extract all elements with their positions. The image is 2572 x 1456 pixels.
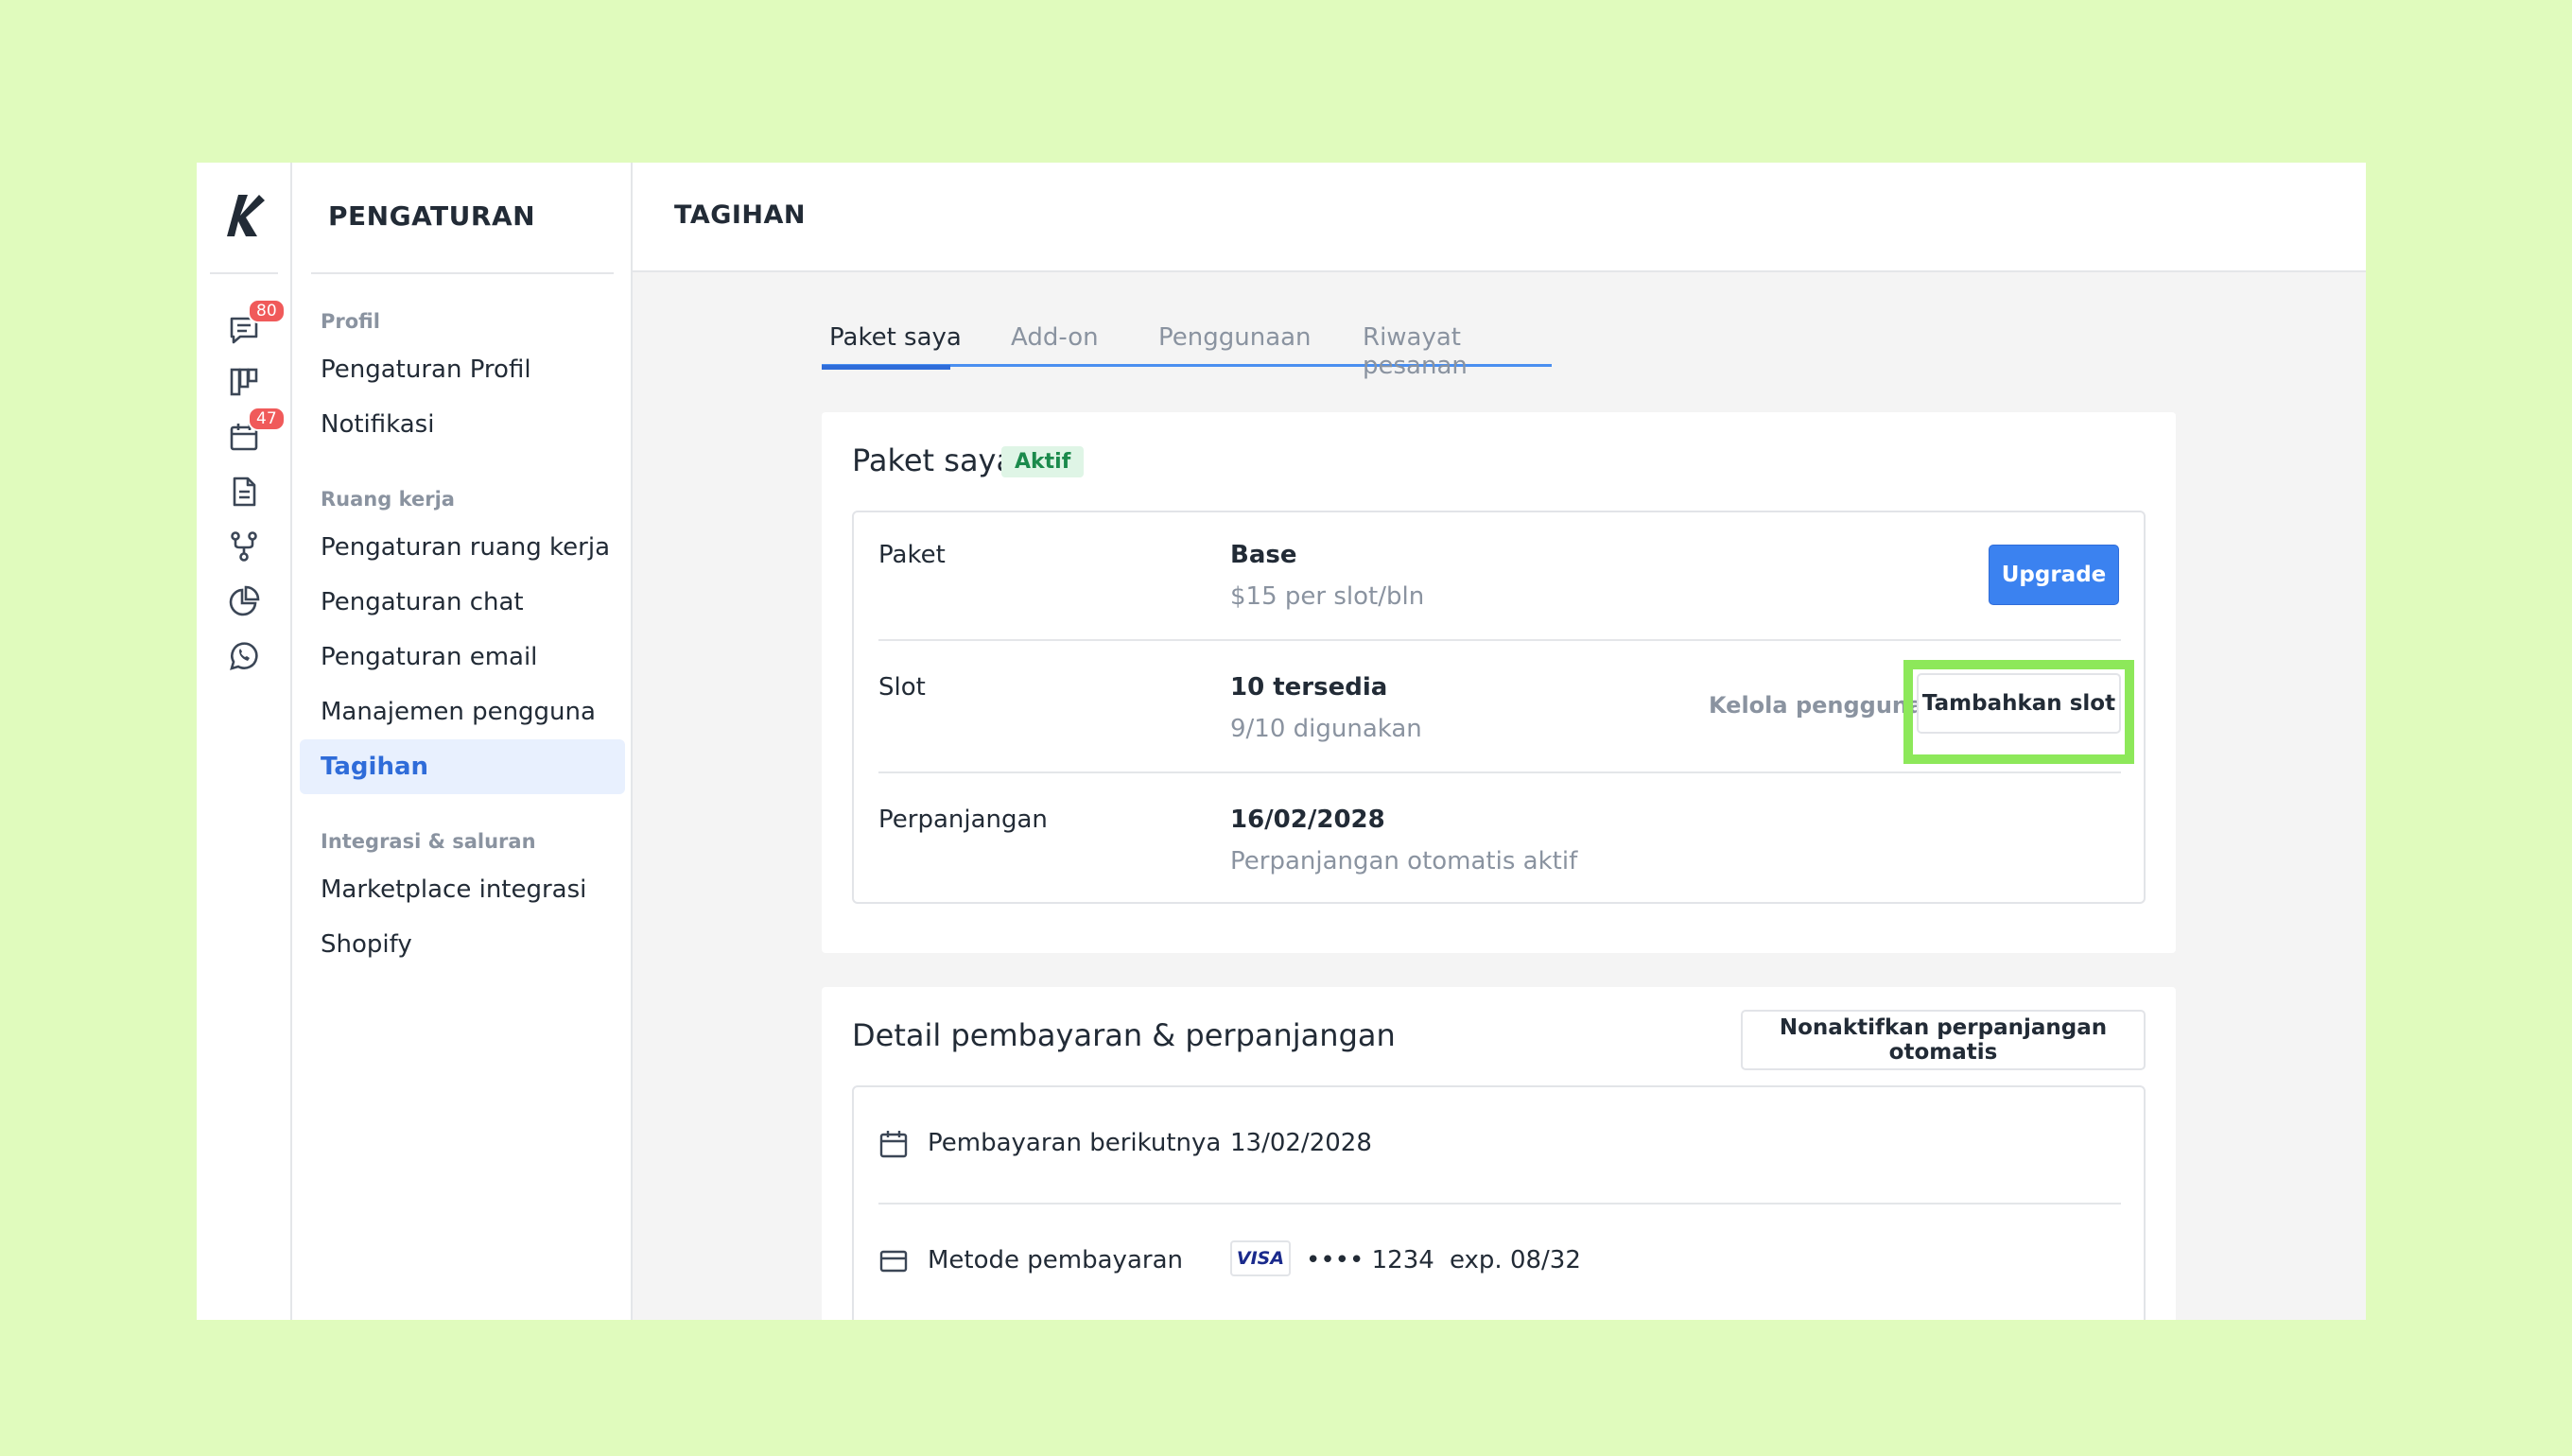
visa-logo-icon: VISA	[1230, 1240, 1291, 1276]
next-payment-label: Pembayaran berikutnya	[928, 1129, 1222, 1157]
calendar-icon[interactable]: 47	[227, 407, 286, 454]
sidebar-group-profil: Profil	[321, 310, 380, 333]
sidebar-item-tagihan-label: Tagihan	[321, 753, 429, 781]
tab-penggunaan[interactable]: Penggunaan	[1158, 323, 1312, 352]
rail-divider	[210, 272, 278, 274]
slot-usage: 9/10 digunakan	[1230, 715, 1422, 743]
upgrade-button[interactable]: Upgrade	[1989, 545, 2119, 605]
plan-card-title: Paket saya	[852, 442, 1016, 478]
slot-label: Slot	[878, 673, 926, 702]
payment-card: Detail pembayaran & perpanjangan Nonakti…	[822, 987, 2176, 1320]
payment-card-title: Detail pembayaran & perpanjangan	[852, 1017, 1396, 1053]
status-badge: Aktif	[1001, 446, 1085, 477]
sidebar-group-ruang-kerja: Ruang kerja	[321, 488, 455, 511]
chat-icon[interactable]: 80	[227, 299, 286, 346]
next-payment-date: 13/02/2028	[1230, 1129, 1372, 1157]
credit-card-icon	[878, 1246, 909, 1276]
sidebar-item-pengaturan-profil[interactable]: Pengaturan Profil	[321, 355, 531, 384]
slot-value: 10 tersedia	[1230, 673, 1388, 702]
card-expiry: exp. 08/32	[1450, 1246, 1581, 1274]
calendar-badge: 47	[248, 407, 286, 431]
card-number: •••• 1234	[1306, 1246, 1434, 1274]
icon-rail: 80 47	[197, 163, 292, 1320]
payment-method-label: Metode pembayaran	[928, 1246, 1183, 1274]
renewal-status: Perpanjangan otomatis aktif	[1230, 847, 1578, 875]
stats-icon[interactable]	[227, 584, 261, 618]
tab-riwayat-pesanan[interactable]: Riwayat pesanan	[1363, 323, 1552, 380]
tab-add-on[interactable]: Add-on	[1011, 323, 1099, 352]
kommo-logo-icon[interactable]	[225, 193, 265, 236]
sidebar-item-marketplace-integrasi[interactable]: Marketplace integrasi	[321, 875, 586, 904]
main-content: TAGIHAN Paket saya Add-on Penggunaan Riw…	[633, 163, 2366, 1320]
sidebar-item-shopify[interactable]: Shopify	[321, 930, 412, 959]
sidebar-item-notifikasi[interactable]: Notifikasi	[321, 410, 434, 439]
plan-price: $15 per slot/bln	[1230, 582, 1425, 611]
row-divider	[878, 1203, 2121, 1205]
sidebar-item-pengaturan-email[interactable]: Pengaturan email	[321, 643, 537, 671]
plan-value: Base	[1230, 541, 1297, 569]
plan-card: Paket saya Aktif Paket Base $15 per slot…	[822, 412, 2176, 953]
calendar-icon	[878, 1129, 909, 1159]
row-divider	[878, 639, 2121, 641]
sidebar-item-manajemen-pengguna[interactable]: Manajemen pengguna	[321, 698, 596, 726]
page-title: TAGIHAN	[674, 200, 807, 230]
renewal-label: Perpanjangan	[878, 806, 1048, 834]
whatsapp-icon[interactable]	[227, 639, 261, 673]
sidebar-divider	[311, 272, 614, 274]
automation-icon[interactable]	[227, 529, 261, 563]
sidebar-item-pengaturan-chat[interactable]: Pengaturan chat	[321, 588, 524, 616]
settings-sidebar: PENGATURAN Profil Pengaturan Profil Noti…	[292, 163, 633, 1320]
top-bar: TAGIHAN	[633, 163, 2366, 272]
deactivate-auto-renewal-button[interactable]: Nonaktifkan perpanjangan otomatis	[1741, 1010, 2146, 1070]
plan-label: Paket	[878, 541, 946, 569]
kanban-icon[interactable]	[227, 365, 261, 399]
tab-paket-saya[interactable]: Paket saya	[829, 323, 962, 352]
sidebar-item-tagihan[interactable]: Tagihan	[300, 739, 625, 794]
app-window: 80 47 PENGATURAN Profil Pengaturan Profi…	[197, 163, 2366, 1320]
manage-users-link[interactable]: Kelola pengguna	[1709, 692, 1923, 719]
billing-tabs: Paket saya Add-on Penggunaan Riwayat pes…	[822, 323, 1552, 380]
payment-details-box: Pembayaran berikutnya 13/02/2028 Metode …	[852, 1085, 2146, 1320]
sidebar-item-pengaturan-ruang-kerja[interactable]: Pengaturan ruang kerja	[321, 533, 610, 562]
sidebar-group-integrasi: Integrasi & saluran	[321, 830, 536, 853]
active-tab-indicator	[822, 365, 950, 370]
document-icon[interactable]	[227, 475, 261, 509]
chat-badge: 80	[248, 299, 286, 323]
sidebar-title: PENGATURAN	[328, 200, 536, 232]
plan-details-box: Paket Base $15 per slot/bln Upgrade Slot…	[852, 511, 2146, 904]
row-divider	[878, 771, 2121, 773]
renewal-date: 16/02/2028	[1230, 806, 1385, 834]
add-slot-button[interactable]: Tambahkan slot	[1917, 673, 2121, 734]
